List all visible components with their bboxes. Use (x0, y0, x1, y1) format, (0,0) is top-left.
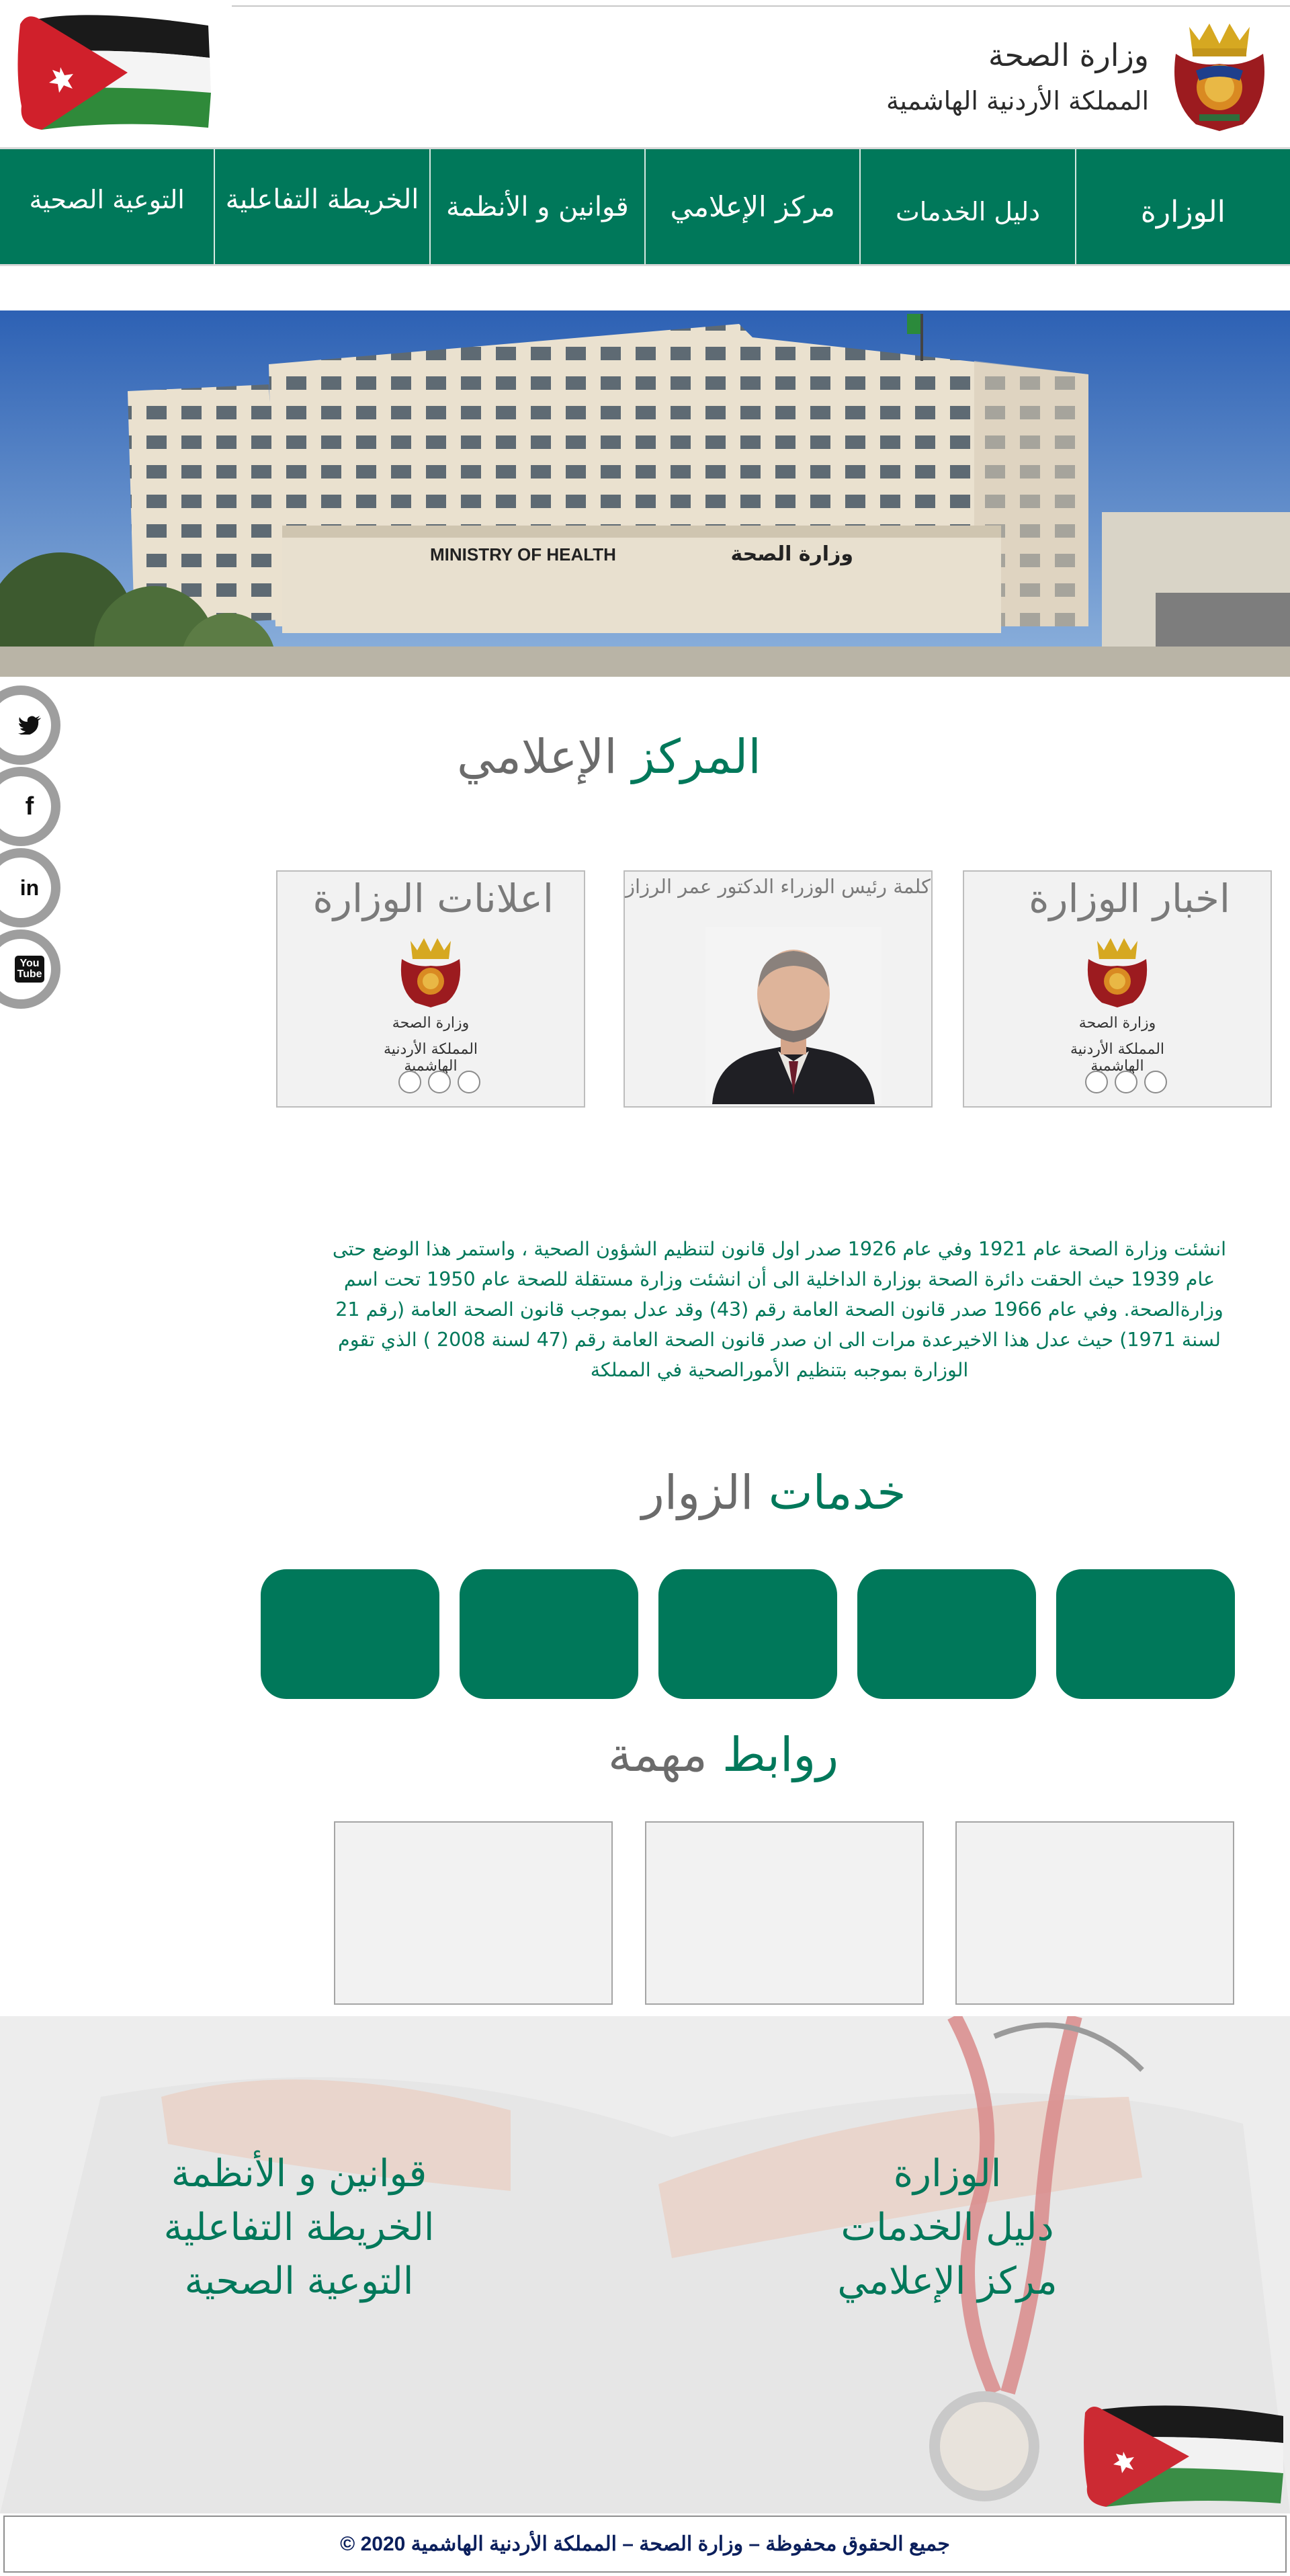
carousel-dot[interactable] (458, 1071, 480, 1093)
media-center-title: المركز الإعلامي (457, 729, 761, 784)
important-links-title-green: روابط (722, 1727, 839, 1782)
jordan-flag-image (1084, 2405, 1283, 2507)
hero-sign-english: MINISTRY OF HEALTH (430, 544, 616, 565)
royal-crest-icon (1174, 24, 1264, 131)
linkedin-icon: in (19, 875, 40, 900)
copyright-text: جميع الحقوق محفوظة – وزارة الصحة – الممل… (340, 2533, 950, 2555)
footer-link-interactive-map[interactable]: الخريطة التفاعلية (148, 2201, 450, 2255)
facebook-button[interactable]: f (0, 767, 60, 846)
visitor-services-title: خدمات الزوار (642, 1465, 906, 1520)
linkedin-button[interactable]: in (0, 848, 60, 927)
hero-building-image: MINISTRY OF HEALTH وزارة الصحة (0, 310, 1290, 677)
footer-link-ministry[interactable]: الوزارة (813, 2147, 1082, 2201)
site-header: وزارة الصحة المملكة الأردنية الهاشمية (0, 0, 1290, 144)
ministry-logo[interactable]: وزارة الصحة المملكة الأردنية الهاشمية (886, 7, 1277, 134)
ministry-history-text: انشئت وزارة الصحة عام 1921 وفي عام 1926 … (332, 1238, 1227, 1381)
announcements-card-logo: وزارة الصحة المملكة الأردنية الهاشمية (377, 929, 484, 1075)
twitter-button[interactable] (0, 685, 60, 765)
media-center-title-green: المركز (632, 729, 761, 784)
announcements-card[interactable]: اعلانات الوزارة وزارة الصحة المملكة الأر… (276, 870, 585, 1108)
news-card-logo: وزارة الصحة المملكة الأردنية الهاشمية (1064, 929, 1171, 1075)
logo-ministry-name: وزارة الصحة (988, 37, 1149, 73)
youtube-button[interactable]: You Tube (0, 929, 60, 1009)
news-carousel-dots (1085, 1071, 1167, 1093)
royal-crest-icon (1087, 938, 1148, 1007)
important-link-box[interactable] (645, 1821, 924, 2005)
pm-word-card[interactable]: كلمة رئيس الوزراء الدكتور عمر الرزاز (624, 870, 933, 1108)
jordan-flag-image (17, 15, 211, 130)
main-navigation: الوزارة دليل الخدمات مركز الإعلامي قواني… (0, 147, 1290, 266)
carousel-dot[interactable] (1085, 1071, 1108, 1093)
announcements-logo-line1: وزارة الصحة (392, 1015, 470, 1032)
service-button[interactable] (1056, 1569, 1235, 1699)
important-link-box[interactable] (955, 1821, 1234, 2005)
announcements-carousel-dots (398, 1071, 480, 1093)
prime-minister-photo (705, 927, 882, 1104)
hero-sign-arabic: وزارة الصحة (730, 542, 853, 566)
pm-word-card-title: كلمة رئيس الوزراء الدكتور عمر الرزاز (626, 875, 931, 898)
nav-item-laws-regulations[interactable]: قوانين و الأنظمة (429, 149, 644, 264)
twitter-icon (18, 716, 41, 735)
footer-links-right: الوزارة دليل الخدمات مركز الإعلامي (813, 2147, 1082, 2309)
service-button[interactable] (261, 1569, 439, 1699)
copyright-bar: جميع الحقوق محفوظة – وزارة الصحة – الممل… (3, 2516, 1287, 2573)
carousel-dot[interactable] (1115, 1071, 1137, 1093)
nav-item-services-guide[interactable]: دليل الخدمات (859, 149, 1074, 264)
nav-item-health-awareness[interactable]: التوعية الصحية (0, 149, 214, 264)
nav-item-media-center[interactable]: مركز الإعلامي (644, 149, 859, 264)
carousel-dot[interactable] (1144, 1071, 1167, 1093)
carousel-dot[interactable] (428, 1071, 451, 1093)
carousel-dot[interactable] (398, 1071, 421, 1093)
announcements-logo-line2: المملكة الأردنية الهاشمية (383, 1041, 478, 1075)
news-card-title: اخبار الوزارة (1029, 876, 1230, 921)
royal-crest-icon (400, 938, 461, 1007)
news-logo-line2: المملكة الأردنية الهاشمية (1070, 1041, 1165, 1075)
important-links-title: روابط مهمة (608, 1727, 838, 1782)
service-button[interactable] (460, 1569, 638, 1699)
important-link-box[interactable] (334, 1821, 613, 2005)
service-button[interactable] (658, 1569, 837, 1699)
footer-link-services-guide[interactable]: دليل الخدمات (813, 2201, 1082, 2255)
footer-link-health-awareness[interactable]: التوعية الصحية (148, 2255, 450, 2309)
important-links-title-gray: مهمة (608, 1727, 707, 1782)
news-logo-line1: وزارة الصحة (1078, 1015, 1156, 1032)
social-links: f in You Tube (0, 685, 62, 1011)
media-center-title-gray: الإعلامي (457, 729, 617, 784)
youtube-icon: You Tube (15, 956, 44, 983)
visitor-services-title-green: خدمات (768, 1465, 906, 1520)
visitor-services-title-gray: الزوار (642, 1465, 754, 1520)
nav-item-ministry[interactable]: الوزارة (1074, 149, 1290, 264)
facebook-icon: f (25, 792, 34, 821)
service-button[interactable] (857, 1569, 1036, 1699)
footer-links-left: قوانين و الأنظمة الخريطة التفاعلية التوع… (148, 2147, 450, 2309)
nav-item-interactive-map[interactable]: الخريطة التفاعلية (214, 149, 429, 264)
announcements-card-title: اعلانات الوزارة (312, 876, 554, 921)
news-card[interactable]: اخبار الوزارة وزارة الصحة المملكة الأردن… (963, 870, 1272, 1108)
footer-link-laws[interactable]: قوانين و الأنظمة (148, 2147, 450, 2201)
logo-kingdom-name: المملكة الأردنية الهاشمية (886, 86, 1149, 116)
footer-link-media-center[interactable]: مركز الإعلامي (813, 2255, 1082, 2309)
